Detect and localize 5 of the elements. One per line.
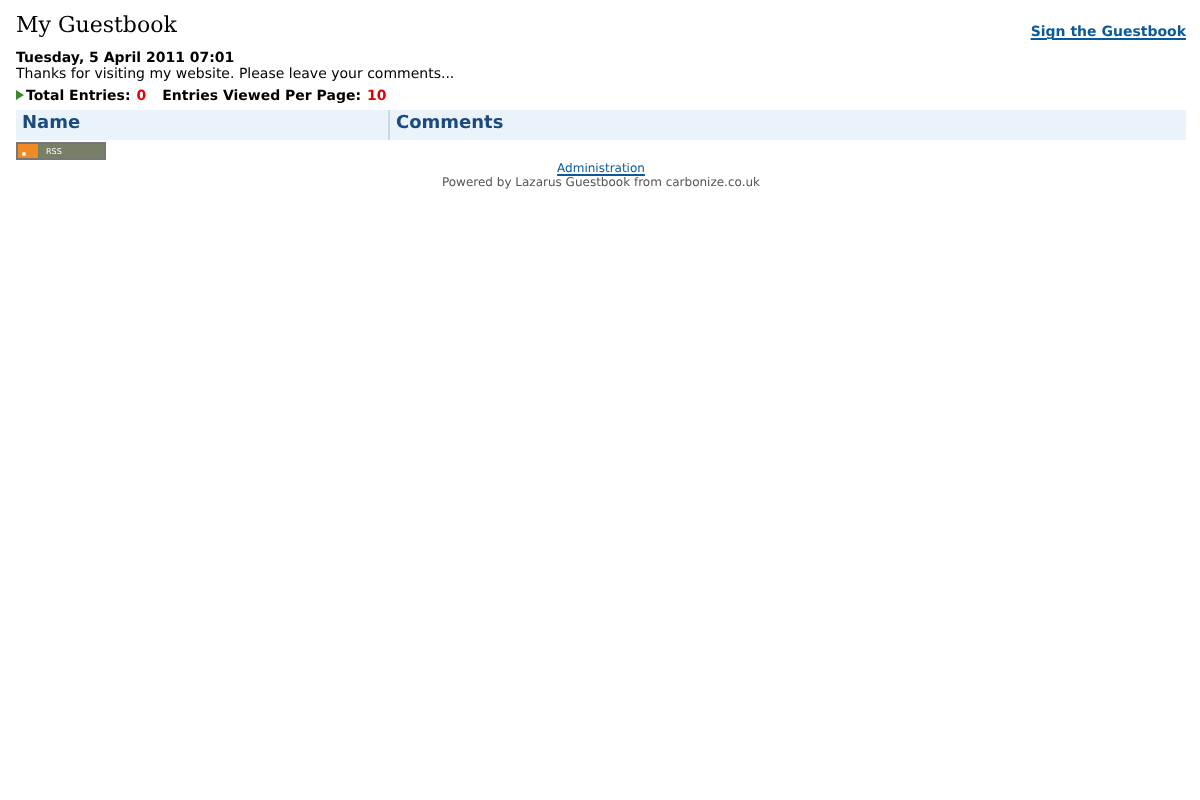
column-header: Comments (394, 111, 506, 137)
rss-icon (18, 143, 38, 157)
bullet-icon (16, 90, 24, 100)
column-header: Name (16, 109, 390, 139)
page-title: My Guestbook (16, 12, 177, 40)
